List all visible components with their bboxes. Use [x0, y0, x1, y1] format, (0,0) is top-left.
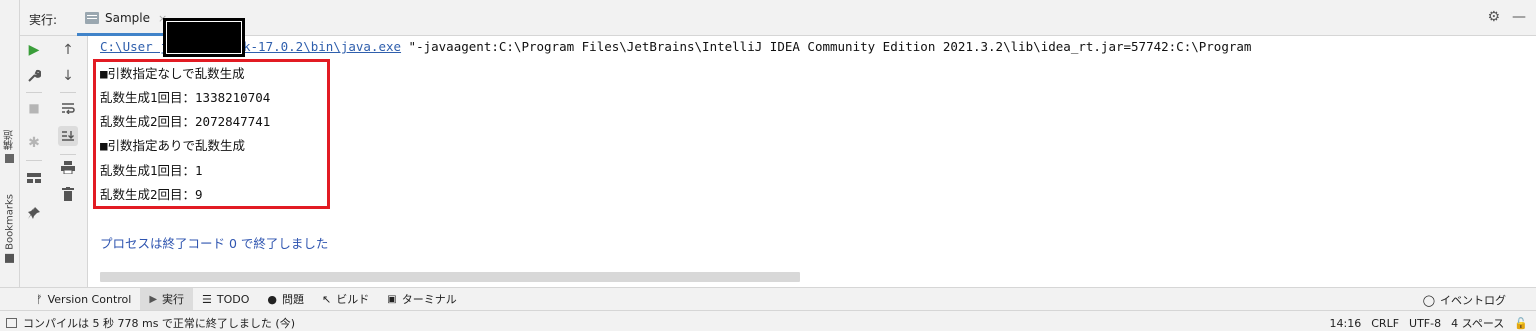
soft-wrap-icon[interactable] — [58, 98, 78, 118]
terminal-icon: ▣ — [387, 293, 397, 305]
build-label: ビルド — [336, 293, 370, 306]
file-encoding[interactable]: UTF-8 — [1409, 317, 1441, 330]
output-line-3: 乱数生成2回目：2072847741 — [100, 114, 271, 129]
todo-label: TODO — [216, 292, 250, 306]
run-icon: ▶ — [149, 293, 158, 305]
lock-icon[interactable]: 🔓 — [1514, 317, 1528, 330]
output-line-4: ■引数指定ありで乱数生成 — [100, 138, 246, 153]
settings-gear-icon[interactable]: ⚙ — [1487, 9, 1500, 25]
hide-window-icon[interactable]: — — [1512, 9, 1526, 25]
problems-icon: ● — [267, 292, 278, 306]
tab-sample[interactable]: Sample × — [77, 3, 176, 36]
status-message-area[interactable]: コンパイルは 5 秒 778 ms で正常に終了しました (今) — [6, 315, 295, 331]
tab-label: Sample — [105, 11, 150, 25]
status-bar: コンパイルは 5 秒 778 ms で正常に終了しました (今) 14:16 C… — [0, 310, 1536, 331]
header-actions: ⚙ — — [1487, 9, 1526, 25]
tool-window-bar: ᚠ Version Control ▶ 実行 ☰ TODO ● 問題 ↖ ビルド… — [0, 287, 1536, 311]
run-tab-label: 実行 — [162, 293, 185, 306]
structure-icon — [5, 154, 15, 163]
run-toolbar-secondary: ↑ ↓ — [48, 36, 88, 287]
caret-position[interactable]: 14:16 — [1330, 317, 1362, 330]
line-separator[interactable]: CRLF — [1371, 317, 1399, 330]
status-message: コンパイルは 5 秒 778 ms で正常に終了しました (今) — [23, 317, 296, 330]
event-log-icon: ◯ — [1422, 293, 1435, 307]
output-line-1: ■引数指定なしで乱数生成 — [100, 66, 245, 81]
redaction-box — [163, 18, 245, 57]
run-tool-window: 構造 Bookmarks 実行: Sample × ⚙ — ▶ ■ ✱ ↑ ↓ … — [0, 0, 1536, 331]
wrench-icon[interactable] — [24, 66, 44, 86]
scroll-to-end-icon[interactable] — [58, 126, 78, 146]
down-arrow-icon[interactable]: ↓ — [58, 66, 78, 86]
tab-version-control[interactable]: ᚠ Version Control — [0, 288, 140, 311]
tab-terminal[interactable]: ▣ ターミナル — [378, 288, 465, 311]
structure-tab-label: 構造 — [4, 130, 16, 150]
layout-icon[interactable] — [24, 168, 44, 188]
output-line-6: 乱数生成2回目：9 — [100, 187, 203, 202]
run-toolbar-primary: ▶ ■ ✱ — [20, 36, 48, 287]
hammer-icon: ↖ — [322, 292, 332, 306]
horizontal-scrollbar[interactable] — [100, 272, 800, 282]
problems-label: 問題 — [282, 293, 305, 306]
bookmark-icon — [5, 253, 15, 263]
output-line-2: 乱数生成1回目：1338210704 — [100, 90, 271, 105]
tab-event-log[interactable]: ◯ イベントログ — [1423, 292, 1506, 308]
java-exe-link[interactable]: C:\User jdks\openjdk-17.0.2\bin\java.exe — [100, 39, 401, 54]
print-icon[interactable] — [58, 157, 78, 177]
bookmarks-tab-label: Bookmarks — [4, 194, 16, 250]
command-line: C:\User jdks\openjdk-17.0.2\bin\java.exe… — [100, 39, 1251, 54]
left-tool-stripe: 構造 Bookmarks — [0, 0, 20, 287]
process-exit-line: プロセスは終了コード 0 で終了しました — [100, 236, 329, 251]
run-label: 実行: — [29, 13, 58, 27]
pin-icon[interactable] — [24, 203, 44, 223]
status-widgets: 14:16 CRLF UTF-8 4 スペース 🔓 — [1330, 315, 1528, 331]
up-arrow-icon[interactable]: ↑ — [58, 40, 78, 60]
tool-window-toggle-icon[interactable] — [6, 318, 17, 328]
terminal-label: ターミナル — [401, 293, 457, 306]
tab-run[interactable]: ▶ 実行 — [140, 287, 194, 311]
tab-problems[interactable]: ● 問題 — [258, 288, 313, 311]
run-config-icon — [85, 12, 99, 24]
stop-icon[interactable]: ■ — [24, 98, 44, 118]
event-log-label: イベントログ — [1440, 294, 1506, 307]
structure-tab[interactable]: 構造 — [2, 130, 18, 163]
version-control-label: Version Control — [47, 292, 132, 306]
rerun-icon[interactable]: ▶ — [24, 40, 44, 60]
output-line-5: 乱数生成1回目：1 — [100, 163, 203, 178]
branch-icon: ᚠ — [36, 292, 43, 306]
command-args: "-javaagent:C:\Program Files\JetBrains\I… — [401, 39, 1252, 54]
bookmarks-tab[interactable]: Bookmarks — [2, 194, 18, 263]
trash-icon[interactable] — [58, 184, 78, 204]
debug-bug-icon[interactable]: ✱ — [24, 133, 44, 153]
tab-build[interactable]: ↖ ビルド — [313, 288, 378, 311]
list-icon: ☰ — [202, 292, 212, 306]
tab-todo[interactable]: ☰ TODO — [193, 288, 258, 311]
indent-setting[interactable]: 4 スペース — [1451, 315, 1504, 331]
run-header: 実行: Sample × ⚙ — — [20, 0, 1536, 36]
